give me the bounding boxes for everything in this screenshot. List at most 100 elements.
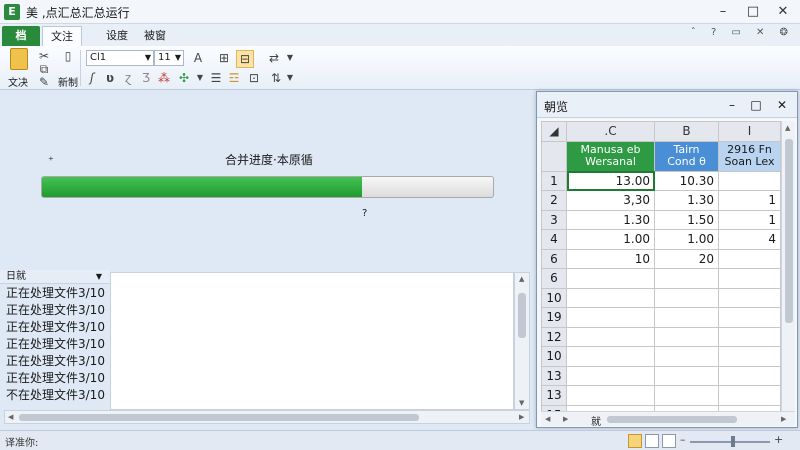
row-header[interactable]: 19 (541, 307, 567, 328)
grid-cell[interactable] (718, 307, 781, 328)
page-layout-icon[interactable] (645, 434, 659, 448)
preview-close-button[interactable]: ✕ (771, 95, 793, 115)
grid-cell[interactable]: 1.30 (566, 209, 655, 230)
row-header[interactable]: 10 (541, 346, 567, 367)
grid-cell[interactable]: 10.30 (654, 170, 719, 191)
ribbon-help-icons[interactable]: ˆ ? ▭ ✕ ❂ (691, 27, 794, 38)
grid-cell[interactable] (566, 287, 655, 308)
chevron-down-icon[interactable]: ▼ (282, 50, 298, 66)
replace-icon[interactable]: ⇄ (266, 50, 282, 66)
row-header[interactable]: 13 (541, 365, 567, 386)
grid-cell[interactable] (718, 268, 781, 289)
scroll-up-icon[interactable]: ▲ (785, 124, 790, 132)
zoom-out-icon[interactable]: – (680, 433, 686, 446)
select-all-corner[interactable]: ◢ (541, 121, 567, 142)
scroll-right-icon[interactable]: ▶ (519, 413, 524, 421)
row-header[interactable]: 13 (541, 385, 567, 406)
underline-icon[interactable]: ɀ (120, 70, 136, 86)
grid-cell[interactable] (718, 248, 781, 269)
header-cell[interactable]: Manusa eb Wersanal (566, 140, 655, 172)
grid-cell[interactable] (566, 307, 655, 328)
grid-cell[interactable] (566, 326, 655, 347)
align-left-icon[interactable]: ☰ (208, 70, 224, 86)
grid-cell[interactable] (654, 385, 719, 406)
minimize-button[interactable]: – (712, 2, 734, 22)
grid-cell[interactable]: 1 (718, 209, 781, 230)
scroll-down-icon[interactable]: ▼ (519, 399, 524, 407)
column-header[interactable]: B (654, 121, 719, 142)
header-cell[interactable]: 2916 Fn Soan Lex (718, 140, 781, 172)
grid-cell[interactable] (654, 287, 719, 308)
tab-settings[interactable]: 设度 (98, 26, 136, 46)
grid-cell[interactable] (718, 385, 781, 406)
table-icon[interactable]: ⊞ (216, 50, 232, 66)
page-break-icon[interactable] (662, 434, 676, 448)
grid-cell[interactable] (566, 365, 655, 386)
scroll-thumb[interactable] (607, 416, 737, 423)
maximize-button[interactable]: □ (742, 2, 764, 22)
row-header[interactable]: 3 (541, 209, 567, 230)
scroll-right-icon[interactable]: ▶ (781, 415, 786, 423)
preview-minimize-button[interactable]: – (721, 95, 743, 115)
grid-cell[interactable] (718, 346, 781, 367)
row-header[interactable]: 10 (541, 287, 567, 308)
new-doc-icon[interactable]: ▯ (60, 48, 76, 64)
log-vertical-scrollbar[interactable]: ▲ ▼ (514, 272, 530, 410)
log-header[interactable]: 日就 ▼ (0, 270, 110, 284)
preview-vertical-scrollbar[interactable]: ▲ (781, 121, 795, 411)
zoom-in-icon[interactable]: + (774, 433, 783, 446)
chevron-down-icon[interactable]: ▼ (192, 70, 208, 86)
scroll-left-icon[interactable]: ◀ (545, 415, 550, 423)
scroll-thumb[interactable] (785, 139, 793, 323)
tab-home[interactable]: 文注 (42, 26, 82, 46)
align-center-icon[interactable]: ☲ (226, 70, 242, 86)
grid-cell[interactable]: 10 (566, 248, 655, 269)
grid-cell[interactable] (718, 170, 781, 191)
column-header[interactable]: I (718, 121, 781, 142)
row-header[interactable]: 1 (541, 170, 567, 191)
grid-cell[interactable] (654, 268, 719, 289)
tab-view[interactable]: 被窗 (136, 26, 174, 46)
zoom-slider[interactable] (690, 441, 770, 443)
scroll-thumb[interactable] (19, 414, 419, 421)
scroll-up-icon[interactable]: ▲ (519, 275, 524, 283)
row-header[interactable]: 2 (541, 190, 567, 211)
font-color-icon[interactable]: ⁂ (156, 70, 172, 86)
paste-icon[interactable] (10, 48, 28, 70)
grid-cell[interactable]: 3,30 (566, 190, 655, 211)
scroll-right-icon[interactable]: ▶ (563, 415, 568, 423)
scroll-left-icon[interactable]: ◀ (8, 413, 13, 421)
grow-font-icon[interactable]: A (190, 50, 206, 66)
header-cell[interactable]: Tairn Cond θ (654, 140, 719, 172)
grid-cell[interactable]: 1.30 (654, 190, 719, 211)
grid-cell[interactable]: 1.00 (654, 229, 719, 250)
row-header[interactable]: 6 (541, 248, 567, 269)
chevron-down-icon[interactable]: ▼ (282, 70, 298, 86)
tab-file[interactable]: 档 (2, 26, 40, 46)
grid-cell[interactable] (718, 365, 781, 386)
preview-maximize-button[interactable]: □ (745, 95, 767, 115)
column-header[interactable]: .C (566, 121, 655, 142)
grid-cell[interactable]: 20 (654, 248, 719, 269)
normal-view-icon[interactable] (628, 434, 642, 448)
sheet-tab[interactable]: 就 (591, 413, 601, 428)
scroll-thumb[interactable] (518, 293, 526, 338)
font-size-select[interactable]: 11 ▼ (154, 50, 184, 66)
row-header[interactable]: 4 (541, 229, 567, 250)
format-painter-icon[interactable]: ✎ (36, 74, 52, 90)
close-button[interactable]: ✕ (772, 2, 794, 22)
merge-icon[interactable]: ⊡ (246, 70, 262, 86)
strikethrough-icon[interactable]: Ʒ (138, 70, 154, 86)
grid-cell[interactable] (718, 287, 781, 308)
italic-icon[interactable]: ʃ (84, 70, 100, 86)
font-name-select[interactable]: Cl1 ▼ (86, 50, 154, 66)
grid-cell[interactable] (566, 268, 655, 289)
grid-cell[interactable] (566, 346, 655, 367)
grid-cell[interactable]: 13.00 (566, 170, 655, 191)
grid-cell[interactable]: 1.50 (654, 209, 719, 230)
bold-icon[interactable]: ʋ (102, 70, 118, 86)
format-icon-active[interactable]: ⊟ (236, 50, 254, 68)
row-header[interactable]: 12 (541, 326, 567, 347)
row-header[interactable]: 6 (541, 268, 567, 289)
zoom-slider-handle[interactable] (731, 436, 735, 447)
